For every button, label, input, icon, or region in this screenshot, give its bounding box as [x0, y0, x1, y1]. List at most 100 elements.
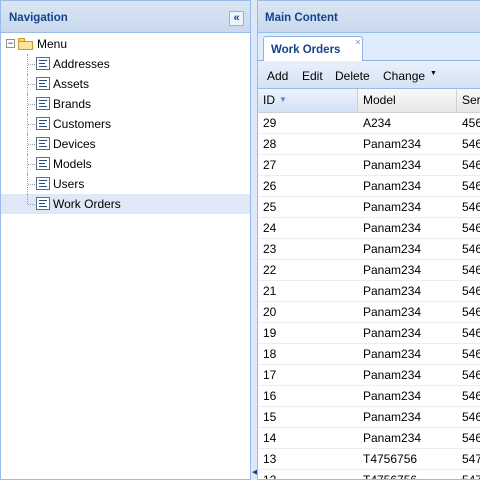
table-row[interactable]: 27 Panam234 546 [258, 155, 480, 176]
collapse-left-icon[interactable]: « [229, 11, 244, 26]
cell-id: 15 [263, 410, 277, 424]
navigation-title: Navigation [9, 12, 68, 24]
cell-id: 18 [263, 347, 277, 361]
tree-connector [28, 184, 35, 185]
edit-button[interactable]: Edit [302, 69, 323, 83]
list-document-icon [36, 157, 50, 170]
cell-serial: 547 [462, 452, 480, 466]
cell-serial: 546 [462, 347, 480, 361]
cell-model: T4756756 [363, 473, 418, 480]
sidebar-item-label: Work Orders [53, 197, 121, 211]
navigation-panel: Navigation « − Menu Addresses Assets Brand… [0, 0, 251, 480]
folder-open-icon [18, 38, 34, 50]
main-content-header: Main Content [258, 1, 480, 33]
table-row[interactable]: 26 Panam234 546 [258, 176, 480, 197]
main-content-title: Main Content [265, 12, 338, 24]
cell-id: 24 [263, 221, 277, 235]
table-row[interactable]: 28 Panam234 546 [258, 134, 480, 155]
sidebar-item-label: Models [53, 157, 92, 171]
table-row[interactable]: 13 T4756756 547 [258, 449, 480, 470]
tree-connector [28, 84, 35, 85]
column-header-model[interactable]: Model [358, 89, 457, 112]
cell-id: 26 [263, 179, 277, 193]
column-header-serial[interactable]: Ser [457, 89, 480, 112]
cell-id: 17 [263, 368, 277, 382]
grid-toolbar: Add Edit Delete Change ▼ [258, 61, 480, 89]
sidebar-item-label: Addresses [53, 57, 110, 71]
column-header-model-label: Model [363, 93, 396, 107]
sidebar-item-assets[interactable]: Assets [1, 74, 250, 94]
table-row[interactable]: 25 Panam234 546 [258, 197, 480, 218]
sort-descending-icon: ▼ [279, 95, 287, 104]
tree-guide-line [27, 194, 28, 204]
cell-serial: 546 [462, 368, 480, 382]
table-row[interactable]: 23 Panam234 546 [258, 239, 480, 260]
list-document-icon [36, 197, 50, 210]
sidebar-item-brands[interactable]: Brands [1, 94, 250, 114]
sidebar-item-label: Customers [53, 117, 112, 131]
cell-model: Panam234 [363, 158, 422, 172]
sidebar-item-label: Users [53, 177, 85, 191]
list-document-icon [36, 57, 50, 70]
cell-model: Panam234 [363, 284, 422, 298]
tree-root-menu[interactable]: − Menu [1, 34, 250, 54]
cell-model: Panam234 [363, 410, 422, 424]
sidebar-item-work-orders[interactable]: Work Orders [1, 194, 250, 214]
chevron-down-icon[interactable]: ▼ [430, 70, 437, 77]
list-document-icon [36, 77, 50, 90]
column-header-id-label: ID [263, 93, 275, 107]
table-row[interactable]: 18 Panam234 546 [258, 344, 480, 365]
sidebar-item-label: Assets [53, 77, 90, 91]
table-row[interactable]: 21 Panam234 546 [258, 281, 480, 302]
tree-connector [28, 204, 35, 205]
table-row[interactable]: 14 Panam234 546 [258, 428, 480, 449]
cell-serial: 546 [462, 410, 480, 424]
cell-model: Panam234 [363, 137, 422, 151]
table-row[interactable]: 29 A234 456 [258, 113, 480, 134]
list-document-icon [36, 177, 50, 190]
table-row[interactable]: 19 Panam234 546 [258, 323, 480, 344]
tree-connector [28, 164, 35, 165]
sidebar-item-models[interactable]: Models [1, 154, 250, 174]
cell-serial: 546 [462, 431, 480, 445]
grid-header: ID ▼ Model Ser [258, 89, 480, 113]
tree-connector [28, 124, 35, 125]
table-row[interactable]: 17 Panam234 546 [258, 365, 480, 386]
cell-model: Panam234 [363, 179, 422, 193]
sidebar-item-devices[interactable]: Devices [1, 134, 250, 154]
tree-connector [28, 104, 35, 105]
tab-strip: Work Orders × [258, 33, 480, 62]
delete-button[interactable]: Delete [335, 69, 370, 83]
add-button[interactable]: Add [267, 69, 288, 83]
sidebar-item-customers[interactable]: Customers [1, 114, 250, 134]
tab-work-orders[interactable]: Work Orders × [263, 36, 363, 62]
cell-model: Panam234 [363, 263, 422, 277]
close-icon[interactable]: × [353, 37, 363, 47]
cell-id: 16 [263, 389, 277, 403]
cell-id: 23 [263, 242, 277, 256]
sidebar-item-addresses[interactable]: Addresses [1, 54, 250, 74]
cell-id: 13 [263, 452, 277, 466]
sidebar-item-users[interactable]: Users [1, 174, 250, 194]
table-row[interactable]: 22 Panam234 546 [258, 260, 480, 281]
cell-id: 19 [263, 326, 277, 340]
cell-id: 14 [263, 431, 277, 445]
table-row[interactable]: 16 Panam234 546 [258, 386, 480, 407]
cell-model: Panam234 [363, 200, 422, 214]
tree-collapse-icon[interactable]: − [6, 39, 15, 48]
cell-serial: 546 [462, 263, 480, 277]
column-header-id[interactable]: ID ▼ [258, 89, 358, 112]
cell-serial: 456 [462, 116, 480, 130]
table-row[interactable]: 12 T4756756 547 [258, 470, 480, 480]
cell-model: Panam234 [363, 221, 422, 235]
menu-tree: − Menu Addresses Assets Brands Customers Dev… [1, 33, 250, 214]
cell-model: Panam234 [363, 242, 422, 256]
table-row[interactable]: 24 Panam234 546 [258, 218, 480, 239]
table-row[interactable]: 15 Panam234 546 [258, 407, 480, 428]
cell-serial: 546 [462, 158, 480, 172]
change-button[interactable]: Change [383, 69, 425, 83]
cell-model: Panam234 [363, 305, 422, 319]
table-row[interactable]: 20 Panam234 546 [258, 302, 480, 323]
cell-model: Panam234 [363, 326, 422, 340]
cell-id: 22 [263, 263, 277, 277]
